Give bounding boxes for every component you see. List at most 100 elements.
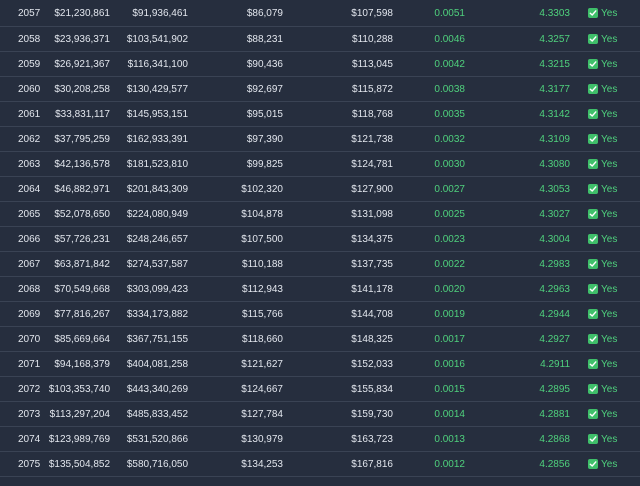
status-label: Yes xyxy=(601,308,618,320)
table-row: 2065 $52,078,650 $224,080,949 $104,878 $131,… xyxy=(0,202,640,227)
status-label: Yes xyxy=(601,433,618,445)
ratio-cell: 0.0016 xyxy=(434,358,465,370)
value-cell-3: $121,627 xyxy=(241,358,283,370)
ratio-cell: 0.0042 xyxy=(434,58,465,70)
value-cell-4: $152,033 xyxy=(351,358,393,370)
value-cell-2: $485,833,452 xyxy=(126,408,188,420)
status-label: Yes xyxy=(601,233,618,245)
value-cell-2: $303,099,423 xyxy=(126,283,188,295)
value-cell-3: $88,231 xyxy=(246,33,283,45)
check-icon xyxy=(588,359,598,369)
value-cell-2: $224,080,949 xyxy=(126,208,188,220)
ratio-cell: 0.0017 xyxy=(434,333,465,345)
table-row: 2070 $85,669,664 $367,751,155 $118,660 $148,… xyxy=(0,327,640,352)
value-cell-1: $113,297,204 xyxy=(49,408,110,420)
value-cell-1: $26,921,367 xyxy=(54,58,110,70)
multiplier-cell: 4.2911 xyxy=(540,358,570,370)
value-cell-1: $52,078,650 xyxy=(54,208,110,220)
status-cell: Yes xyxy=(588,227,617,251)
value-cell-2: $103,541,902 xyxy=(126,33,188,45)
check-icon xyxy=(588,84,598,94)
ratio-cell: 0.0046 xyxy=(434,33,465,45)
table-row: 2064 $46,882,971 $201,843,309 $102,320 $127,… xyxy=(0,177,640,202)
value-cell-4: $141,178 xyxy=(351,283,393,295)
ratio-cell: 0.0013 xyxy=(434,433,465,445)
check-icon xyxy=(588,309,598,319)
check-icon xyxy=(588,209,598,219)
value-cell-4: $113,045 xyxy=(352,58,393,70)
value-cell-3: $102,320 xyxy=(241,183,283,195)
value-cell-3: $127,784 xyxy=(241,408,283,420)
value-cell-2: $181,523,810 xyxy=(126,158,188,170)
status-cell: Yes xyxy=(588,327,617,351)
status-cell: Yes xyxy=(588,402,617,426)
ratio-cell: 0.0025 xyxy=(434,208,465,220)
multiplier-cell: 4.2927 xyxy=(539,333,570,345)
table-row: 2075 $135,504,852 $580,716,050 $134,253 $167… xyxy=(0,452,640,477)
check-icon xyxy=(588,259,598,269)
value-cell-4: $121,738 xyxy=(351,133,393,145)
status-cell: Yes xyxy=(588,127,617,151)
ratio-cell: 0.0035 xyxy=(434,108,465,120)
status-label: Yes xyxy=(601,258,618,270)
ratio-cell: 0.0012 xyxy=(434,458,465,470)
ratio-cell: 0.0023 xyxy=(434,233,465,245)
ratio-cell: 0.0032 xyxy=(434,133,465,145)
check-icon xyxy=(588,134,598,144)
check-icon xyxy=(588,409,598,419)
multiplier-cell: 4.2983 xyxy=(539,258,570,270)
value-cell-4: $124,781 xyxy=(351,158,393,170)
status-cell: Yes xyxy=(588,202,617,226)
table-row: 2074 $123,989,769 $531,520,866 $130,979 $163… xyxy=(0,427,640,452)
value-cell-4: $127,900 xyxy=(351,183,393,195)
status-label: Yes xyxy=(601,333,618,345)
status-cell: Yes xyxy=(588,352,617,376)
multiplier-cell: 4.2856 xyxy=(539,458,570,470)
value-cell-4: $144,708 xyxy=(351,308,393,320)
ratio-cell: 0.0027 xyxy=(434,183,465,195)
value-cell-1: $30,208,258 xyxy=(54,83,110,95)
ratio-cell: 0.0022 xyxy=(434,258,465,270)
value-cell-3: $90,436 xyxy=(246,58,283,70)
value-cell-3: $92,697 xyxy=(246,83,283,95)
value-cell-2: $248,246,657 xyxy=(126,233,188,245)
value-cell-4: $107,598 xyxy=(351,7,393,19)
value-cell-3: $99,825 xyxy=(246,158,283,170)
value-cell-3: $95,015 xyxy=(246,108,283,120)
value-cell-1: $46,882,971 xyxy=(54,183,110,195)
value-cell-4: $110,288 xyxy=(352,33,393,45)
table-row: 2067 $63,871,842 $274,537,587 $110,188 $137,… xyxy=(0,252,640,277)
value-cell-1: $23,936,371 xyxy=(54,33,110,45)
check-icon xyxy=(588,384,598,394)
status-label: Yes xyxy=(601,83,618,95)
multiplier-cell: 4.2963 xyxy=(539,283,570,295)
value-cell-2: $274,537,587 xyxy=(126,258,188,270)
value-cell-3: $107,500 xyxy=(241,233,283,245)
value-cell-2: $443,340,269 xyxy=(126,383,188,395)
multiplier-cell: 4.2881 xyxy=(539,408,570,420)
projection-table: 2057 $21,230,861 $91,936,461 $86,079 $107,59… xyxy=(0,0,640,486)
table-row: 2057 $21,230,861 $91,936,461 $86,079 $107,59… xyxy=(0,0,640,27)
ratio-cell: 0.0038 xyxy=(434,83,465,95)
check-icon xyxy=(588,234,598,244)
value-cell-3: $104,878 xyxy=(241,208,283,220)
value-cell-2: $162,933,391 xyxy=(126,133,188,145)
table-row: 2063 $42,136,578 $181,523,810 $99,825 $124,7… xyxy=(0,152,640,177)
check-icon xyxy=(588,459,598,469)
multiplier-cell: 4.3004 xyxy=(539,233,570,245)
value-cell-2: $334,173,882 xyxy=(126,308,188,320)
multiplier-cell: 4.2895 xyxy=(539,383,570,395)
value-cell-1: $77,816,267 xyxy=(54,308,110,320)
value-cell-1: $85,669,664 xyxy=(54,333,110,345)
value-cell-3: $134,253 xyxy=(241,458,283,470)
status-label: Yes xyxy=(601,133,618,145)
value-cell-4: $155,834 xyxy=(351,383,393,395)
value-cell-2: $367,751,155 xyxy=(126,333,188,345)
multiplier-cell: 4.2944 xyxy=(539,308,570,320)
check-icon xyxy=(588,59,598,69)
status-label: Yes xyxy=(601,408,618,420)
status-cell: Yes xyxy=(588,152,617,176)
ratio-cell: 0.0030 xyxy=(434,158,465,170)
check-icon xyxy=(588,284,598,294)
ratio-cell: 0.0051 xyxy=(434,7,465,19)
